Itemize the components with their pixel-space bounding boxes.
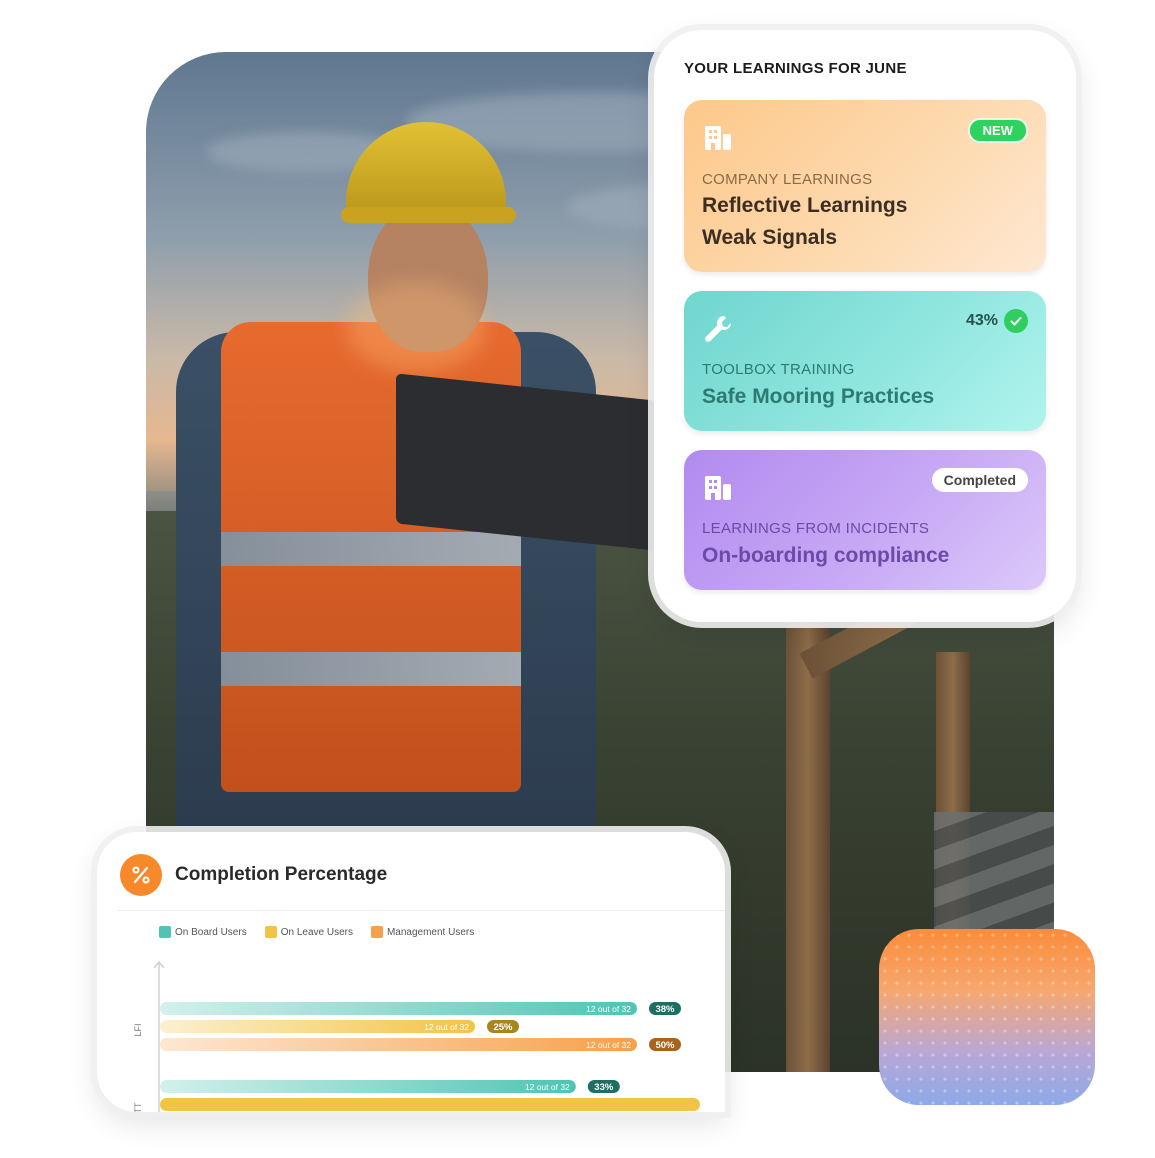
percent-badge-label: 50% [655,1040,675,1051]
tile-title: On-boarding compliance [702,544,950,567]
bar-value-label: 12 out of 32 [525,1082,570,1092]
legend-label: On Leave Users [280,926,353,938]
percent-icon [120,854,162,896]
completed-badge: Completed [931,468,1028,492]
tile-category: LEARNINGS FROM INCIDENTS [702,520,930,537]
legend-swatch [370,926,383,938]
new-badge: NEW [967,118,1028,143]
bar-value-label: 12 out of 32 [424,1022,469,1032]
reflective-stripe [221,532,521,566]
legend-swatch [264,926,277,938]
hard-hat-brim [341,207,516,223]
category-label: LFI [133,1023,143,1036]
check-icon [1004,309,1028,333]
percent-badge-label: 25% [493,1022,513,1033]
bar [160,1098,700,1111]
progress-percent: 43% [965,312,998,329]
reflective-stripe [221,652,521,686]
learning-tile-company[interactable]: NEW COMPANY LEARNINGS Reflective Learnin… [684,100,1046,272]
bar-value-label: 12 out of 32 [586,1004,631,1014]
legend-item: On Board Users [159,926,247,938]
percent-badge-label: 38% [655,1004,675,1015]
building-icon [705,476,731,500]
tile-title: Reflective Learnings [702,194,908,217]
learnings-title: YOUR LEARNINGS FOR JUNE [684,60,907,77]
chart-legend: On Board Users On Leave Users Management U… [159,926,474,938]
legend-item: Management Users [370,926,475,938]
screen-glow [346,282,486,372]
learnings-card: YOUR LEARNINGS FOR JUNE NEW COMPANY LEAR… [654,30,1076,622]
wrench-icon [705,316,731,342]
bar [160,1038,637,1051]
learning-tile-incidents[interactable]: Completed LEARNINGS FROM INCIDENTS On-bo… [684,450,1046,590]
legend-swatch [159,926,171,938]
completion-card: Completion Percentage On Board Users On L… [97,832,725,1112]
tile-title: Safe Mooring Practices [702,385,935,408]
tile-category: COMPANY LEARNINGS [702,171,873,188]
legend-item: On Leave Users [264,926,353,938]
tile-subtitle: Weak Signals [702,226,838,249]
laptop [396,373,656,551]
progress-indicator: 43% [966,309,1028,333]
chart-title: Completion Percentage [175,864,388,885]
bar [160,1002,637,1015]
percent-badge-label: 33% [594,1082,614,1093]
category-label: TT [133,1102,143,1112]
legend-label: On Board Users [175,926,247,938]
learning-tile-toolbox[interactable]: 43% TOOLBOX TRAINING Safe Mooring Practi… [684,291,1046,431]
completion-bar-chart: LFI 12 out of 32 38% 12 out of 32 25% 12 out … [133,960,700,1112]
decorative-gradient-tile [879,929,1095,1105]
building-icon [705,126,731,150]
tile-category: TOOLBOX TRAINING [702,361,855,378]
bar-value-label: 12 out of 32 [586,1040,631,1050]
divider [117,910,725,911]
legend-label: Management Users [386,926,475,938]
bar [160,1080,576,1093]
